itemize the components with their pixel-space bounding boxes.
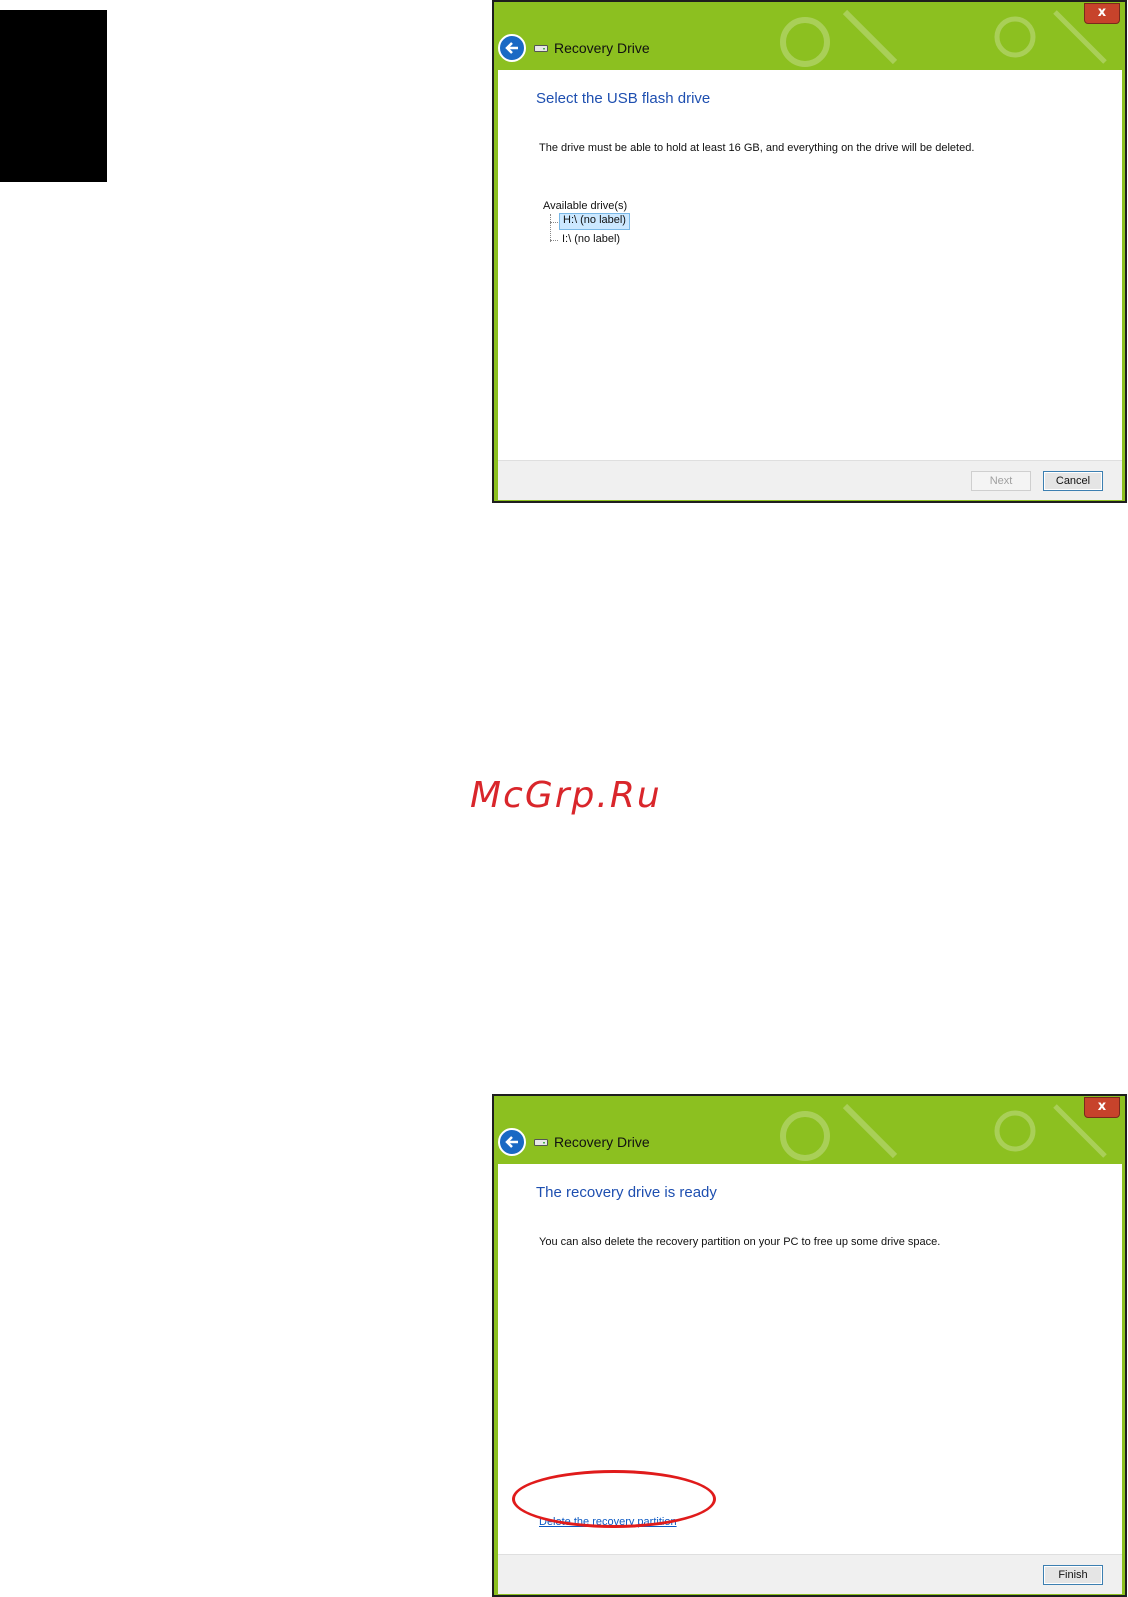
window-decoration <box>780 1103 1107 1161</box>
cancel-button[interactable]: Cancel <box>1043 471 1103 491</box>
next-button[interactable]: Next <box>971 471 1031 491</box>
close-icon: x <box>1097 1099 1107 1114</box>
finish-button[interactable]: Finish <box>1043 1565 1103 1585</box>
close-button[interactable]: x <box>1084 1097 1120 1118</box>
black-side-tab <box>0 10 107 182</box>
button-bar: Finish <box>498 1554 1122 1594</box>
instruction-text: The drive must be able to hold at least … <box>539 142 975 154</box>
watermark: McGrp.Ru <box>470 775 662 816</box>
window-decoration <box>780 9 1107 67</box>
content-area: Select the USB flash drive The drive mus… <box>498 70 1122 460</box>
tree-branch <box>550 240 558 242</box>
drive-item-h[interactable]: H:\ (no label) <box>559 213 630 230</box>
delete-recovery-partition-link[interactable]: Delete the recovery partition <box>539 1516 677 1528</box>
drive-icon <box>534 1139 548 1146</box>
drive-item-i[interactable]: I:\ (no label) <box>559 232 623 247</box>
window-title: Recovery Drive <box>554 40 650 56</box>
back-button[interactable] <box>498 1128 526 1156</box>
back-arrow-icon <box>505 42 518 54</box>
close-icon: x <box>1097 5 1107 20</box>
close-button[interactable]: x <box>1084 3 1120 24</box>
back-arrow-icon <box>505 1136 518 1148</box>
drive-icon <box>534 45 548 52</box>
tree-branch <box>550 222 558 224</box>
back-button[interactable] <box>498 34 526 62</box>
button-bar: Next Cancel <box>498 460 1122 500</box>
drive-tree-label: Available drive(s) <box>543 200 628 212</box>
page-heading: The recovery drive is ready <box>536 1184 717 1201</box>
content-area: The recovery drive is ready You can also… <box>498 1164 1122 1554</box>
window-title: Recovery Drive <box>554 1134 650 1150</box>
recovery-drive-window-ready: x Recovery Drive The recovery drive is r… <box>492 1094 1127 1597</box>
recovery-drive-window-select: x Recovery Drive Select the USB flash dr… <box>492 0 1127 503</box>
info-text: You can also delete the recovery partiti… <box>539 1236 941 1248</box>
tree-connector <box>550 214 552 242</box>
page-heading: Select the USB flash drive <box>536 90 711 107</box>
